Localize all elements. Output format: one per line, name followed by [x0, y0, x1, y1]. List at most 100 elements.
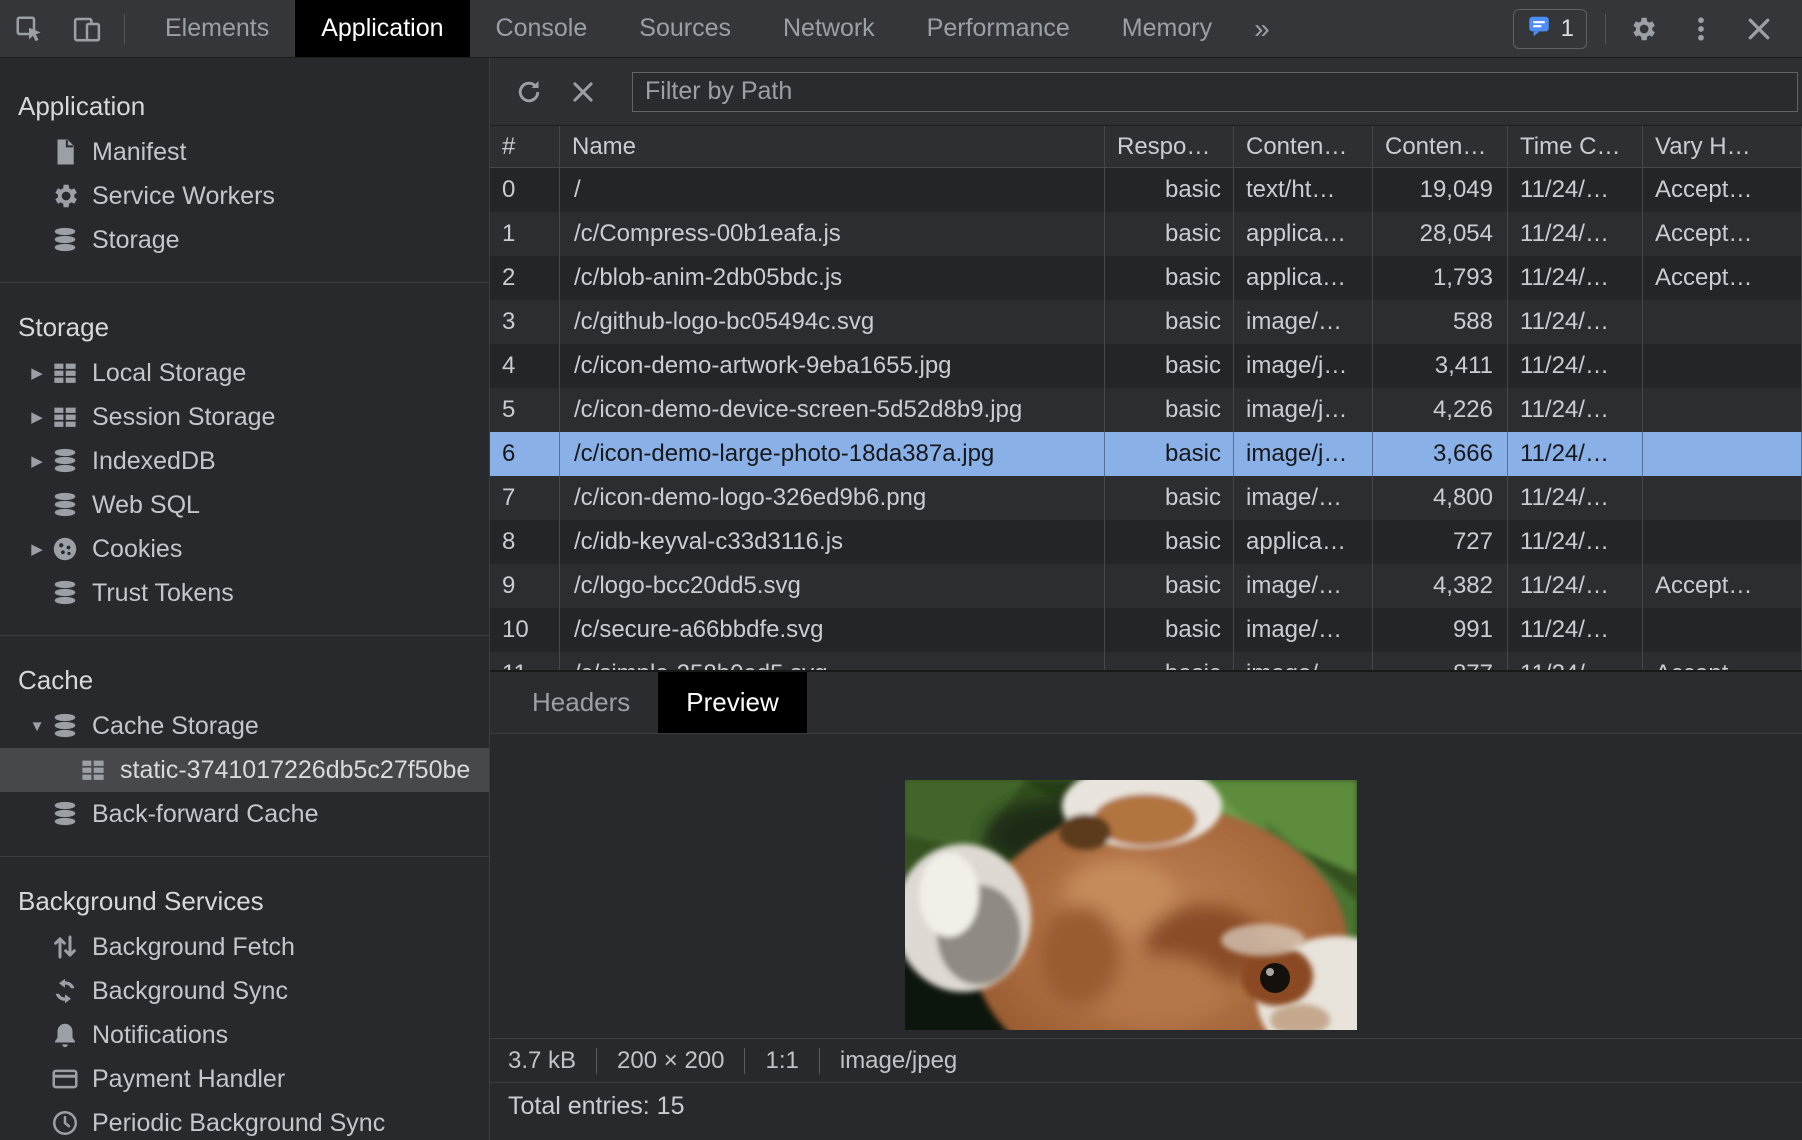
disclosure-collapsed-icon[interactable]: ▶ — [24, 452, 50, 470]
table-row[interactable]: 1/c/Compress-00b1eafa.jsbasicapplica…28,… — [490, 212, 1802, 256]
tab-preview[interactable]: Preview — [658, 672, 806, 733]
sidebar-item-indexeddb[interactable]: ▶ IndexedDB — [0, 439, 489, 483]
database-icon — [50, 490, 80, 520]
tab-elements[interactable]: Elements — [139, 0, 295, 57]
disclosure-collapsed-icon[interactable]: ▶ — [24, 540, 50, 558]
table-row[interactable]: 7/c/icon-demo-logo-326ed9b6.pngbasicimag… — [490, 476, 1802, 520]
table-row[interactable]: 2/c/blob-anim-2db05bdc.jsbasicapplica…1,… — [490, 256, 1802, 300]
column-header-5[interactable]: Time C… — [1508, 126, 1643, 168]
cell-time-cached: 11/24/… — [1508, 608, 1643, 652]
issues-badge[interactable]: 1 — [1513, 9, 1587, 49]
cell-content-length: 4,800 — [1373, 476, 1508, 520]
sidebar-item-cache-storage[interactable]: ▼Cache Storage — [0, 704, 489, 748]
settings-gear-icon[interactable] — [1620, 14, 1666, 44]
cell-content-length: 727 — [1373, 520, 1508, 564]
sidebar-item-web-sql[interactable]: Web SQL — [0, 483, 489, 527]
cell-name: /c/idb-keyval-c33d3116.js — [560, 520, 1105, 564]
cell-response-type: basic — [1105, 652, 1234, 670]
tab-sources[interactable]: Sources — [613, 0, 757, 57]
tab-console[interactable]: Console — [470, 0, 614, 57]
table-row[interactable]: 3/c/github-logo-bc05494c.svgbasicimage/…… — [490, 300, 1802, 344]
cookie-icon — [50, 534, 80, 564]
tab-application[interactable]: Application — [295, 0, 469, 57]
sidebar-item-background-sync[interactable]: Background Sync — [0, 969, 489, 1013]
sidebar-item-local-storage[interactable]: ▶Local Storage — [0, 351, 489, 395]
tab-memory[interactable]: Memory — [1096, 0, 1238, 57]
disclosure-expanded-icon[interactable]: ▼ — [24, 718, 50, 735]
refresh-icon[interactable] — [506, 77, 552, 107]
cell-name: /c/github-logo-bc05494c.svg — [560, 300, 1105, 344]
background-sync-icon — [50, 976, 80, 1006]
tab-headers[interactable]: Headers — [504, 672, 658, 733]
cell-content-length: 19,049 — [1373, 168, 1508, 212]
column-header-0[interactable]: # — [490, 126, 560, 168]
table-row[interactable]: 9/c/logo-bcc20dd5.svgbasicimage/…4,38211… — [490, 564, 1802, 608]
panel-tabs: ElementsApplicationConsoleSourcesNetwork… — [139, 0, 1286, 57]
sidebar-item-payment-handler[interactable]: Payment Handler — [0, 1057, 489, 1101]
cell-name: /c/Compress-00b1eafa.js — [560, 212, 1105, 256]
cell-vary-header — [1643, 520, 1802, 564]
database-icon — [50, 799, 80, 829]
devtools-window: ElementsApplicationConsoleSourcesNetwork… — [0, 0, 1802, 1140]
toolbar-divider — [1605, 14, 1606, 44]
sidebar-item-label: IndexedDB — [92, 447, 216, 476]
tab-performance[interactable]: Performance — [901, 0, 1096, 57]
status-item-3: image/jpeg — [820, 1047, 977, 1075]
database-icon — [50, 578, 80, 608]
sidebar-item-static-3741017226db5c27f50be[interactable]: static-3741017226db5c27f50be — [0, 748, 489, 792]
status-item-1: 200 × 200 — [597, 1047, 744, 1075]
table-row[interactable]: 4/c/icon-demo-artwork-9eba1655.jpgbasici… — [490, 344, 1802, 388]
close-icon[interactable] — [1736, 14, 1782, 44]
sidebar-item-label: Background Fetch — [92, 933, 295, 962]
section-title: Application — [0, 82, 489, 130]
device-toolbar-icon[interactable] — [64, 0, 110, 57]
column-header-3[interactable]: Conten… — [1234, 126, 1373, 168]
table-row[interactable]: 11/c/simple-258b0ed5.svgbasicimage/…8771… — [490, 652, 1802, 670]
sidebar-item-label: Periodic Background Sync — [92, 1109, 385, 1138]
sidebar-item-notifications[interactable]: Notifications — [0, 1013, 489, 1057]
more-options-kebab-icon[interactable] — [1678, 14, 1724, 44]
table-icon — [50, 402, 80, 432]
disclosure-collapsed-icon[interactable]: ▶ — [24, 364, 50, 382]
sidebar-item-label: Back-forward Cache — [92, 800, 318, 829]
inspect-icon[interactable] — [6, 0, 52, 57]
column-header-1[interactable]: Name — [560, 126, 1105, 168]
cell-index: 0 — [490, 168, 560, 212]
column-header-2[interactable]: Respo… — [1105, 126, 1234, 168]
table-row[interactable]: 0/basictext/ht…19,04911/24/…Accept… — [490, 168, 1802, 212]
table-row[interactable]: 8/c/idb-keyval-c33d3116.jsbasicapplica…7… — [490, 520, 1802, 564]
cell-name: /c/simple-258b0ed5.svg — [560, 652, 1105, 670]
sidebar-item-label: Manifest — [92, 138, 186, 167]
table-row[interactable]: 10/c/secure-a66bbdfe.svgbasicimage/…9911… — [490, 608, 1802, 652]
sidebar-item-periodic-background-sync[interactable]: Periodic Background Sync — [0, 1101, 489, 1140]
sidebar-item-background-fetch[interactable]: Background Fetch — [0, 925, 489, 969]
sidebar-item-service-workers[interactable]: Service Workers — [0, 174, 489, 218]
cell-name: /c/icon-demo-artwork-9eba1655.jpg — [560, 344, 1105, 388]
tab-network[interactable]: Network — [757, 0, 901, 57]
column-header-4[interactable]: Conten… — [1373, 126, 1508, 168]
table-row[interactable]: 5/c/icon-demo-device-screen-5d52d8b9.jpg… — [490, 388, 1802, 432]
cell-content-length: 991 — [1373, 608, 1508, 652]
table-row[interactable]: 6/c/icon-demo-large-photo-18da387a.jpgba… — [490, 432, 1802, 476]
cell-response-type: basic — [1105, 344, 1234, 388]
filter-input[interactable] — [632, 72, 1798, 112]
cell-content-length: 4,226 — [1373, 388, 1508, 432]
clear-icon[interactable] — [560, 77, 606, 107]
sidebar-item-session-storage[interactable]: ▶Session Storage — [0, 395, 489, 439]
cell-index: 6 — [490, 432, 560, 476]
column-header-6[interactable]: Vary H… — [1643, 126, 1802, 168]
sidebar-section-storage: Storage▶Local Storage▶Session Storage▶In… — [0, 283, 489, 636]
image-status-bar: 3.7 kB200 × 2001:1image/jpeg — [490, 1038, 1802, 1082]
disclosure-collapsed-icon[interactable]: ▶ — [24, 408, 50, 426]
sidebar-item-cookies[interactable]: ▶Cookies — [0, 527, 489, 571]
sidebar-item-trust-tokens[interactable]: Trust Tokens — [0, 571, 489, 615]
cell-content-length: 877 — [1373, 652, 1508, 670]
sidebar-item-back-forward-cache[interactable]: Back-forward Cache — [0, 792, 489, 836]
cell-name: /c/icon-demo-large-photo-18da387a.jpg — [560, 432, 1105, 476]
more-tabs-icon[interactable]: » — [1238, 0, 1286, 57]
file-icon — [50, 137, 80, 167]
sidebar-item-manifest[interactable]: Manifest — [0, 130, 489, 174]
sidebar-item-storage[interactable]: Storage — [0, 218, 489, 262]
cell-index: 2 — [490, 256, 560, 300]
section-title: Background Services — [0, 877, 489, 925]
